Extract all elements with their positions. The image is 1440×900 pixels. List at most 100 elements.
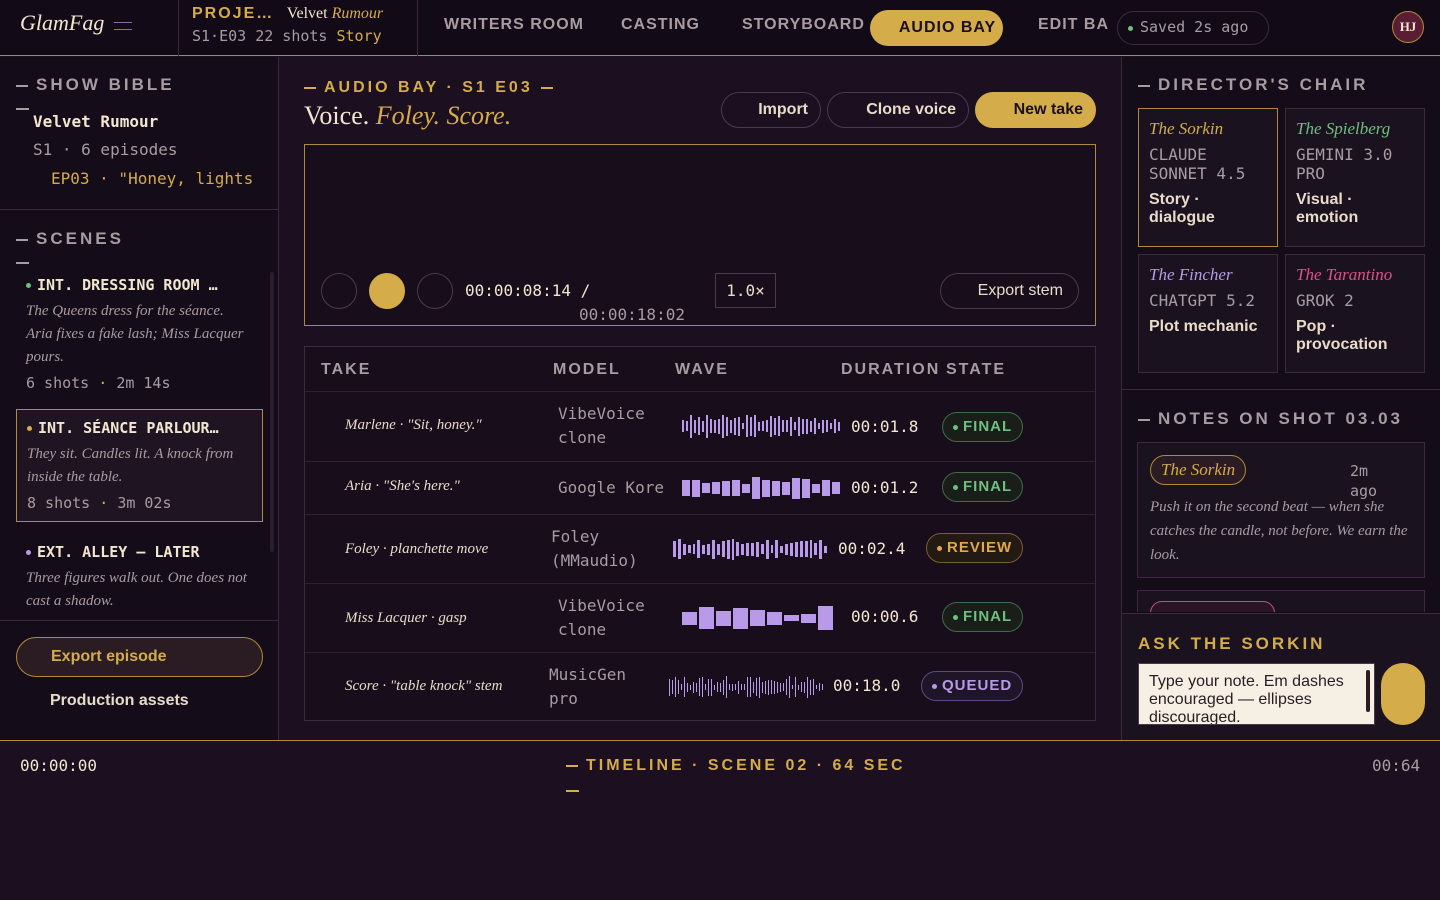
wave-bar — [733, 607, 748, 629]
scene-dot-icon — [26, 283, 31, 288]
wave-bar — [692, 544, 696, 554]
note-card[interactable]: The Sorkin 2m ago Push it on the second … — [1137, 442, 1425, 578]
divider — [0, 209, 279, 210]
new-take-button[interactable]: New take — [975, 92, 1096, 128]
directors-chair-header: DIRECTOR'S CHAIR — [1138, 75, 1368, 95]
nav-audio-bay[interactable]: AUDIO BAY — [870, 10, 1003, 46]
wave-bar — [744, 684, 745, 690]
wave-bar — [756, 678, 757, 696]
app-logo[interactable]: GlamFag — [20, 10, 104, 36]
scene-item-selected[interactable]: INT. SÉANCE PARLOUR… They sit. Candles l… — [16, 409, 263, 522]
wave-bar — [682, 611, 697, 625]
wave-bar — [716, 610, 731, 626]
wave-bar — [786, 420, 788, 432]
divider — [0, 620, 279, 621]
wave-bar — [795, 677, 796, 697]
project-label: PROJE… — [192, 5, 275, 22]
table-row[interactable]: Foley · planchette move Foley (MMaudio) 0… — [305, 514, 1095, 583]
user-avatar[interactable]: HJ — [1392, 11, 1424, 43]
take-model: Google Kore — [558, 478, 664, 497]
wave-bar — [806, 418, 808, 434]
note-author: The Sorkin — [1150, 455, 1247, 485]
wave-bar — [810, 420, 812, 432]
note-author — [1150, 601, 1275, 612]
take-duration: 00:01.8 — [851, 417, 919, 436]
wave-bar — [707, 543, 710, 555]
scenes-scrollbar[interactable] — [270, 272, 274, 552]
scene-item[interactable]: EXT. ALLEY — LATER Three figures walk ou… — [16, 534, 263, 621]
note-input[interactable]: Type your note. Em dashes encouraged — e… — [1138, 663, 1375, 725]
wave-bar — [686, 421, 688, 431]
wave-bar — [765, 680, 766, 694]
scene-description: They sit. Candles lit. A knock from insi… — [27, 446, 234, 485]
wave-bar — [682, 480, 690, 496]
wave-bar — [687, 682, 688, 692]
wave-bar — [752, 477, 760, 499]
wave-bar — [770, 415, 772, 437]
wave-bar — [714, 419, 716, 433]
skip-forward-icon[interactable] — [417, 273, 453, 309]
wave-bar — [785, 543, 788, 555]
wave-bar — [751, 542, 754, 556]
project-switcher[interactable]: PROJE… Velvet Rumour S1·E03 22 shots Sto… — [178, 0, 418, 56]
wave-bar — [771, 680, 772, 694]
nav-edit-bay[interactable]: EDIT BA — [1038, 16, 1109, 34]
nav-writers-room[interactable]: WRITERS ROOM — [444, 16, 584, 34]
wave-bar — [790, 542, 793, 556]
director-model: GEMINI 3.0 PRO — [1296, 145, 1393, 183]
wave-bar — [801, 682, 802, 692]
skip-back-icon[interactable] — [321, 273, 357, 309]
menu-icon[interactable] — [114, 22, 132, 30]
wave-bar — [717, 682, 718, 692]
director-role: Story · dialogue — [1149, 191, 1215, 226]
wave-bar — [758, 421, 760, 431]
wave-bar — [720, 682, 721, 692]
send-button[interactable] — [1381, 663, 1425, 725]
director-card-sorkin[interactable]: The Sorkin CLAUDE SONNET 4.5 Story · dia… — [1138, 108, 1278, 247]
col-take: TAKE — [321, 361, 372, 378]
wave-bar — [699, 607, 714, 629]
nav-storyboard[interactable]: STORYBOARD — [742, 16, 865, 34]
wave-bar — [794, 541, 798, 557]
wave-bar — [774, 417, 776, 435]
note-card[interactable] — [1137, 590, 1425, 612]
notes-header: NOTES ON SHOT 03.03 — [1138, 409, 1403, 429]
top-bar: GlamFag PROJE… Velvet Rumour S1·E03 22 s… — [0, 0, 1440, 56]
table-row[interactable]: Miss Lacquer · gasp VibeVoice clone 00:00… — [305, 583, 1095, 652]
director-card-fincher[interactable]: The Fincher CHATGPT 5.2 Plot mechanic — [1138, 254, 1278, 373]
wave-bar — [822, 419, 824, 433]
episode-link[interactable]: EP03 · "Honey, lights — [51, 169, 253, 188]
export-episode-button[interactable]: Export episode — [16, 637, 263, 677]
table-row[interactable]: Marlene · "Sit, honey." VibeVoice clone 0… — [305, 391, 1095, 461]
section-label: AUDIO BAY · S1 E03 — [304, 79, 553, 97]
production-assets-link[interactable]: Production assets — [50, 692, 189, 710]
wave-bar — [722, 480, 730, 496]
wave-bar — [699, 678, 700, 696]
wave-bar — [741, 684, 742, 690]
wave-bar — [673, 541, 676, 557]
wave-bar — [718, 418, 720, 434]
table-row[interactable]: Score · "table knock" stem MusicGen pro 0… — [305, 652, 1095, 720]
wave-bar — [755, 541, 759, 557]
wave-bar — [798, 416, 800, 436]
show-title[interactable]: Velvet Rumour — [33, 112, 158, 131]
wave-bar — [734, 417, 736, 435]
clone-voice-button[interactable]: Clone voice — [827, 92, 969, 128]
playback-speed[interactable]: 1.0× — [715, 273, 776, 308]
wave-bar — [789, 676, 790, 698]
takes-table: TAKE MODEL WAVE DURATION STATE Marlene ·… — [304, 346, 1096, 721]
wave-bar — [682, 420, 684, 432]
export-stem-button[interactable]: Export stem — [940, 273, 1079, 309]
nav-casting[interactable]: CASTING — [621, 16, 700, 34]
play-icon[interactable] — [369, 273, 405, 309]
input-scrollbar[interactable] — [1366, 670, 1370, 712]
wave-bar — [832, 482, 840, 494]
director-card-tarantino[interactable]: The Tarantino GROK 2 Pop · provocation — [1285, 254, 1425, 373]
scene-item[interactable]: INT. DRESSING ROOM … The Queens dress fo… — [16, 271, 263, 401]
wave-bar — [672, 680, 673, 694]
director-card-spielberg[interactable]: The Spielberg GEMINI 3.0 PRO Visual · em… — [1285, 108, 1425, 247]
wave-bar — [838, 421, 840, 431]
table-row[interactable]: Aria · "She's here." Google Kore 00:01.2… — [305, 461, 1095, 514]
import-button[interactable]: Import — [721, 92, 821, 128]
timeline-start: 00:00:00 — [20, 756, 98, 775]
